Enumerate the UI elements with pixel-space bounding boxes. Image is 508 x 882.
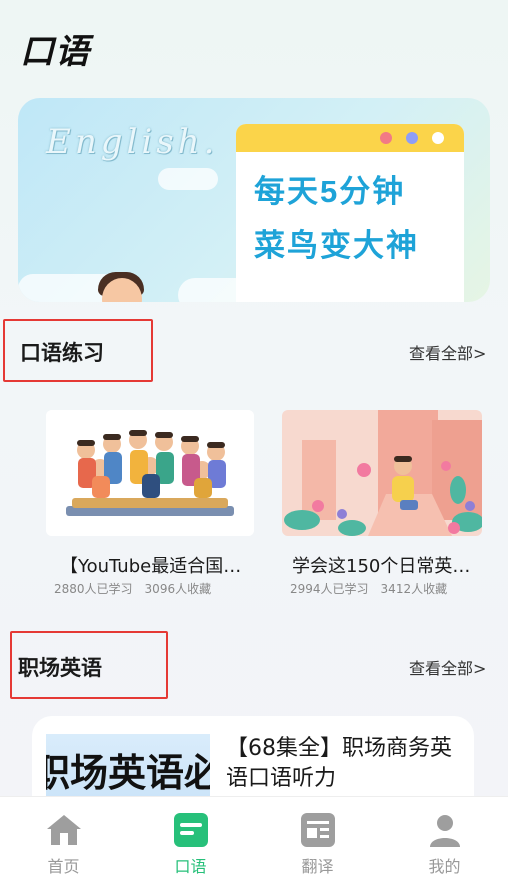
- favorite-count: 3096人收藏: [144, 582, 212, 596]
- learner-count: 2994人已学习: [290, 582, 369, 596]
- section-title-workplace: 职场英语: [18, 656, 102, 680]
- banner-english-text: English.: [46, 122, 219, 162]
- course-card[interactable]: 【YouTube最适合国内宝宝的英语口语】 2880人已学习 3096人收藏: [46, 410, 254, 597]
- course-title: 【YouTube最适合国内宝宝的英语口语】: [60, 556, 246, 577]
- nav-label: 口语: [174, 857, 207, 876]
- nav-item-speech[interactable]: 口语: [127, 797, 254, 882]
- course-title: 学会这150个日常英语口语句子: [292, 556, 474, 577]
- nav-item-translate[interactable]: 翻译: [254, 797, 381, 882]
- course-card[interactable]: 学会这150个日常英语口语句子 2994人已学习 3412人收藏: [282, 410, 482, 597]
- favorite-count: 3412人收藏: [380, 582, 448, 596]
- speech-icon: [172, 813, 210, 847]
- nav-label: 首页: [47, 857, 80, 876]
- section-title-practice: 口语练习: [20, 341, 104, 365]
- banner-slogan-line1: 每天5分钟: [254, 174, 406, 209]
- page-title: 口语: [20, 32, 90, 72]
- course-thumbnail: [282, 410, 482, 536]
- translate-icon: [299, 813, 337, 847]
- banner-slogan-line2: 菜鸟变大神: [254, 228, 419, 263]
- profile-icon: [426, 813, 464, 847]
- bottom-nav: 首页 口语 翻译 我的: [0, 796, 508, 882]
- nav-label: 翻译: [301, 857, 334, 876]
- thumbnail-text: 职场英语必备: [46, 751, 210, 795]
- course-title: 【68集全】职场商务英语口语听力: [226, 736, 452, 791]
- nav-label: 我的: [428, 857, 461, 876]
- banner-slogan-card: 每天5分钟 菜鸟变大神: [236, 124, 464, 302]
- nav-item-profile[interactable]: 我的: [381, 797, 508, 882]
- course-meta: 2880人已学习 3096人收藏: [46, 580, 254, 597]
- learner-count: 2880人已学习: [54, 582, 133, 596]
- course-thumbnail: [46, 410, 254, 536]
- home-icon: [45, 813, 83, 847]
- view-all-practice-link[interactable]: 查看全部>: [409, 340, 486, 364]
- view-all-workplace-link[interactable]: 查看全部>: [409, 655, 486, 679]
- promo-banner[interactable]: English. 每天5分钟 菜鸟变大神: [18, 98, 490, 302]
- course-meta: 2994人已学习 3412人收藏: [282, 580, 482, 597]
- nav-item-home[interactable]: 首页: [0, 797, 127, 882]
